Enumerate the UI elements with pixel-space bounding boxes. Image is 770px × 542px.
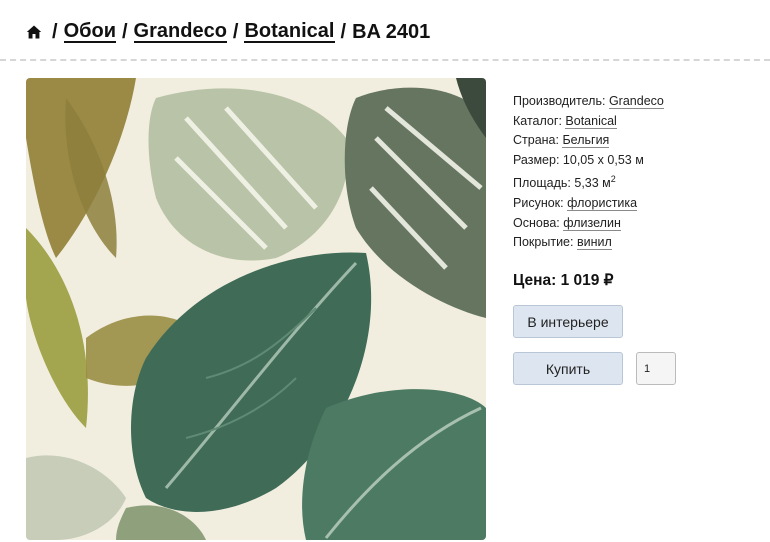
catalog-link[interactable]: Botanical [565, 113, 617, 129]
property-label: Страна: [513, 133, 559, 148]
property-label: Производитель: [513, 94, 606, 108]
coating-link[interactable]: винил [576, 235, 612, 251]
property-size: Размер: 10,05 x 0,53 м [513, 151, 664, 171]
product-properties: Производитель: Grandeco Каталог: Botanic… [513, 92, 664, 253]
view-in-interior-button[interactable]: В интерьере [513, 305, 623, 338]
breadcrumb-separator: / [52, 20, 58, 43]
property-label: Рисунок: [513, 196, 564, 211]
breadcrumb-separator: / [121, 20, 128, 43]
size-value: 10,05 x 0,53 м [562, 152, 644, 167]
property-coating: Покрытие: винил [513, 233, 664, 253]
property-base: Основа: флизелин [513, 214, 664, 234]
property-area: Площадь: 5,33 м2 [513, 170, 664, 194]
breadcrumb-separator: / [232, 20, 239, 43]
product-price: Цена: 1 019 ₽ [513, 272, 614, 289]
property-label: Основа: [513, 215, 560, 230]
pattern-link[interactable]: флористика [567, 196, 638, 212]
property-catalog: Каталог: Botanical [513, 112, 664, 132]
breadcrumb-link-catalog[interactable]: Botanical [244, 21, 335, 43]
breadcrumb-current: BA 2401 [352, 20, 431, 43]
property-label: Размер: [513, 152, 560, 167]
header-divider [0, 59, 770, 61]
property-country: Страна: Бельгия [513, 131, 664, 151]
country-link[interactable]: Бельгия [562, 133, 610, 149]
area-superscript: 2 [610, 174, 616, 185]
property-manufacturer: Производитель: Grandeco [513, 92, 664, 112]
area-value: 5,33 м [574, 176, 611, 191]
property-label: Площадь: [513, 176, 571, 191]
wallpaper-leaves-image [26, 78, 486, 540]
product-image[interactable] [26, 78, 486, 540]
property-label: Каталог: [513, 113, 562, 128]
base-link[interactable]: флизелин [563, 215, 621, 231]
breadcrumb: / Обои / Grandeco / Botanical / BA 2401 [26, 16, 430, 48]
manufacturer-link[interactable]: Grandeco [608, 94, 664, 109]
quantity-input[interactable] [636, 352, 676, 385]
property-label: Покрытие: [513, 235, 574, 250]
breadcrumb-link-wallpapers[interactable]: Обои [63, 21, 116, 43]
breadcrumb-link-brand[interactable]: Grandeco [133, 21, 227, 43]
breadcrumb-separator: / [340, 20, 347, 43]
buy-button[interactable]: Купить [513, 352, 623, 385]
home-icon[interactable] [26, 24, 42, 40]
property-pattern: Рисунок: флористика [513, 194, 664, 214]
